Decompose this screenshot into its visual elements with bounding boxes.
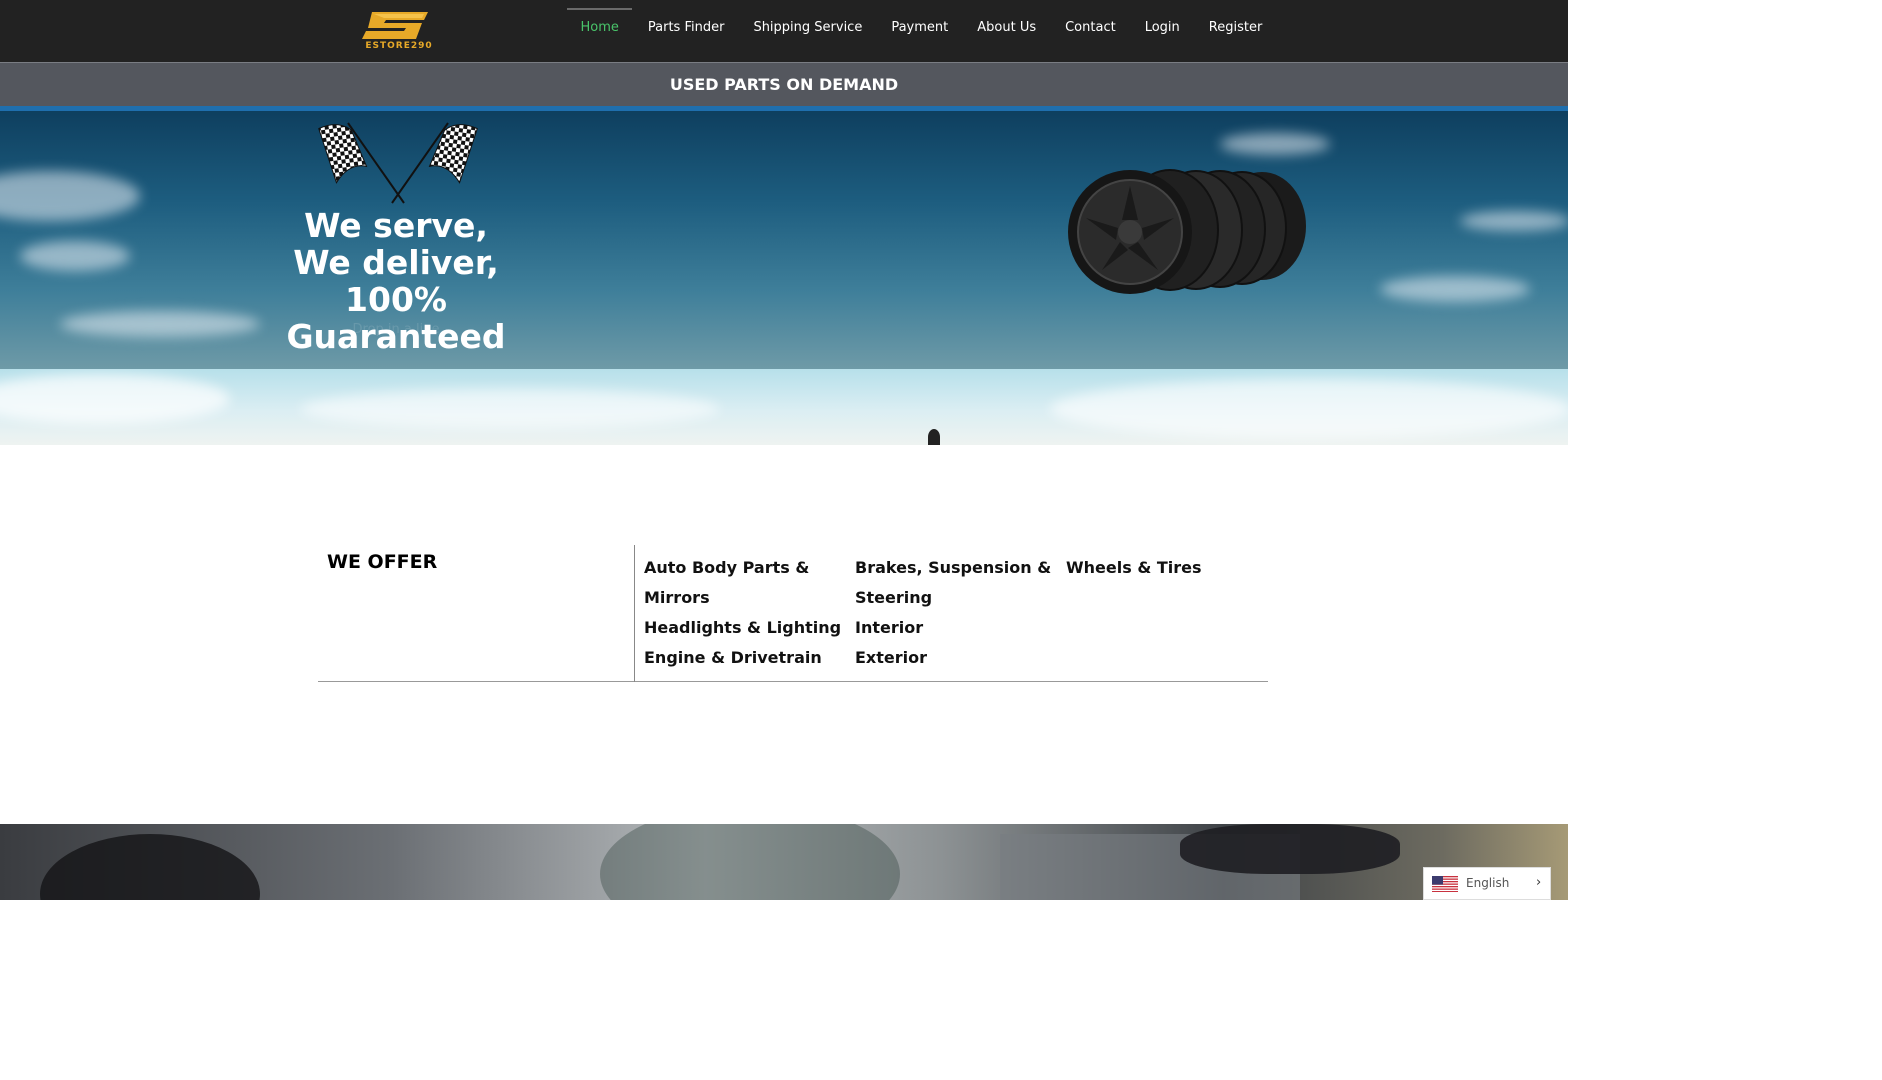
top-navbar: ESTORE290 Home Parts Finder Shipping Ser… xyxy=(0,0,1568,62)
hero-line-1: We serve, xyxy=(304,206,488,245)
us-flag-icon xyxy=(1432,876,1458,892)
offer-item-auto-body[interactable]: Auto Body Parts & xyxy=(644,553,841,583)
offer-item-wheels[interactable]: Wheels & Tires xyxy=(1066,553,1202,583)
person-silhouette xyxy=(928,429,940,445)
nav-parts-finder[interactable]: Parts Finder xyxy=(633,0,739,62)
offer-item-auto-body-cont[interactable]: Mirrors xyxy=(644,583,841,613)
hero-line-3: 100% Guaranteed xyxy=(286,280,506,356)
offer-item-headlights[interactable]: Headlights & Lighting xyxy=(644,613,841,643)
promo-banner-text: USED PARTS ON DEMAND xyxy=(669,75,899,94)
nav-home[interactable]: Home xyxy=(566,0,633,62)
offer-column-3: Wheels & Tires xyxy=(1066,553,1202,583)
checkered-flags-icon xyxy=(318,122,478,204)
promo-banner: USED PARTS ON DEMAND xyxy=(0,62,1568,106)
wheels-tires-image xyxy=(1068,169,1306,294)
nav-contact[interactable]: Contact xyxy=(1051,0,1131,62)
hero-subtext[interactable]: Drop in a line xyxy=(230,322,562,337)
offer-column-1: Auto Body Parts & Mirrors Headlights & L… xyxy=(644,553,841,673)
hero-line-2: We deliver, xyxy=(293,243,499,282)
engine-photo-strip xyxy=(0,824,1568,900)
nav-payment[interactable]: Payment xyxy=(877,0,963,62)
offer-divider xyxy=(634,545,635,682)
nav-about-us[interactable]: About Us xyxy=(963,0,1051,62)
main-nav: Home Parts Finder Shipping Service Payme… xyxy=(566,0,1277,62)
nav-register[interactable]: Register xyxy=(1194,0,1277,62)
offer-column-2: Brakes, Suspension & Steering Interior E… xyxy=(855,553,1051,673)
offer-item-engine[interactable]: Engine & Drivetrain xyxy=(644,643,841,673)
nav-login[interactable]: Login xyxy=(1130,0,1194,62)
offer-title: WE OFFER xyxy=(327,551,438,573)
offer-item-exterior[interactable]: Exterior xyxy=(855,643,1051,673)
logo-emblem xyxy=(362,12,428,39)
offer-item-brakes[interactable]: Brakes, Suspension & xyxy=(855,553,1051,583)
brand-logo[interactable]: ESTORE290 xyxy=(358,8,440,54)
brand-name: ESTORE290 xyxy=(365,41,433,51)
offer-item-interior[interactable]: Interior xyxy=(855,613,1051,643)
chevron-right-icon: › xyxy=(1536,875,1542,890)
language-selector[interactable]: English › xyxy=(1423,867,1551,900)
hero-lower-background xyxy=(0,369,1568,445)
nav-shipping-service[interactable]: Shipping Service xyxy=(739,0,877,62)
offer-item-brakes-cont[interactable]: Steering xyxy=(855,583,1051,613)
language-label: English xyxy=(1466,876,1510,890)
